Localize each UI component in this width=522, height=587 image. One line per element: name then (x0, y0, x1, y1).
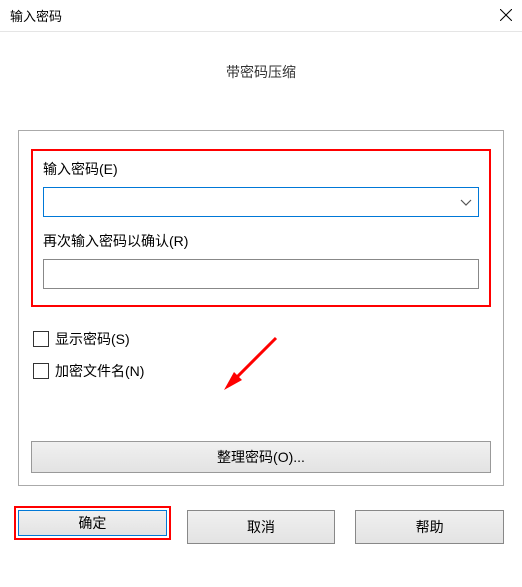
show-password-checkbox[interactable] (33, 331, 49, 347)
show-password-label: 显示密码(S) (55, 329, 130, 349)
password-frame: 输入密码(E) 再次输入密码以确认(R) 显示密码(S) 加密文件名(N) 整理… (18, 130, 504, 486)
close-button[interactable] (472, 5, 512, 26)
help-button[interactable]: 帮助 (355, 510, 504, 544)
dialog-subtitle: 带密码压缩 (0, 32, 522, 130)
dialog-buttons: 确定 取消 帮助 (0, 486, 522, 544)
password-fields-highlight: 输入密码(E) 再次输入密码以确认(R) (31, 149, 491, 307)
cancel-button-wrap: 取消 (187, 510, 336, 544)
encrypt-filename-label: 加密文件名(N) (55, 361, 144, 381)
ok-button-highlight: 确定 (14, 506, 171, 540)
help-button-wrap: 帮助 (355, 510, 504, 544)
close-icon (500, 5, 512, 25)
encrypt-filename-checkbox-row[interactable]: 加密文件名(N) (31, 361, 491, 381)
enter-password-input[interactable] (43, 187, 479, 217)
cancel-button[interactable]: 取消 (187, 510, 336, 544)
window-title: 输入密码 (10, 6, 62, 25)
encrypt-filename-checkbox[interactable] (33, 363, 49, 379)
manage-passwords-button[interactable]: 整理密码(O)... (31, 441, 491, 473)
titlebar: 输入密码 (0, 0, 522, 32)
reenter-password-label: 再次输入密码以确认(R) (43, 231, 479, 251)
reenter-password-input[interactable] (43, 259, 479, 289)
show-password-checkbox-row[interactable]: 显示密码(S) (31, 329, 491, 349)
chevron-down-icon (460, 195, 472, 210)
ok-button[interactable]: 确定 (18, 510, 167, 536)
enter-password-label: 输入密码(E) (43, 159, 479, 179)
